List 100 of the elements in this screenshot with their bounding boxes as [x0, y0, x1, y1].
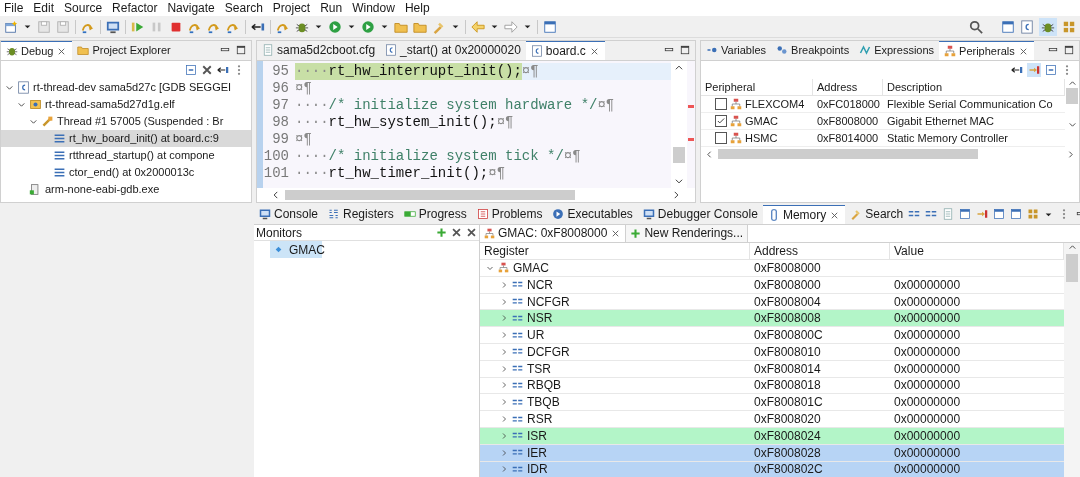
line-number: 96 — [272, 80, 289, 97]
code-text: rt_hw_system_init(); — [328, 114, 497, 131]
tab[interactable]: board.c — [525, 41, 605, 60]
end-of-line-mark: ¤¶ — [488, 165, 506, 182]
line-number: 95 — [272, 63, 289, 80]
table-cell-text: TBQB — [527, 394, 560, 412]
table-cell-text: 0x00000000 — [893, 327, 962, 345]
table-cell-text: DCFGR — [527, 343, 570, 361]
table-cell-text: 0xF8008008 — [753, 310, 822, 328]
table-cell-text: 0xF800801C — [753, 394, 824, 412]
table-row[interactable]: TSR 0xF8008014 0x00000000 — [480, 360, 1064, 378]
table-cell-text: 0xF800800C — [753, 327, 824, 345]
table-cell-text: RBQB — [527, 377, 561, 395]
table-cell-text: UR — [527, 327, 545, 345]
table-cell-text: NSR — [527, 310, 553, 328]
whitespace-marks: ···· — [295, 97, 329, 114]
column-header[interactable]: Peripheral — [701, 78, 813, 96]
column-header[interactable]: Address — [813, 78, 883, 96]
table-cell-text: 0x00000000 — [893, 276, 962, 294]
code-text: rt_hw_timer_init(); — [328, 165, 489, 182]
table-cell-text: 0x00000000 — [893, 411, 962, 429]
end-of-line-mark: ¤¶ — [563, 148, 581, 165]
menu-item[interactable]: Run — [316, 0, 347, 17]
column-header[interactable]: Register — [480, 243, 750, 260]
tree-item[interactable]: rt-thread-sama5d27d1g.elf — [1, 96, 251, 113]
whitespace-marks: ···· — [295, 114, 329, 131]
table-cell-text: Flexible Serial Communication Co — [886, 96, 1054, 112]
table-cell-text: 0x00000000 — [893, 444, 962, 462]
line-number: 101 — [263, 165, 289, 182]
tab[interactable]: New Renderings... — [626, 225, 749, 242]
table-cell-text: 0xF8008028 — [753, 444, 822, 462]
table-cell-text: 0xF8008024 — [753, 427, 822, 445]
line-number: 98 — [272, 114, 289, 131]
table-cell-text: NCR — [527, 276, 553, 294]
menu-item[interactable]: Source — [60, 0, 107, 17]
end-of-line-mark: ¤¶ — [496, 114, 514, 131]
table-cell-text: FLEXCOM4 — [745, 96, 805, 112]
tree-item[interactable]: rtthread_startup() at compone — [1, 147, 251, 164]
table-cell-text: TSR — [527, 360, 551, 378]
column-header[interactable]: Description — [883, 78, 1065, 96]
table-cell-text: 0x00000000 — [893, 394, 962, 412]
end-of-line-mark: ¤¶ — [521, 63, 539, 80]
table-cell-text: Static Memory Controller — [886, 130, 1010, 146]
menu-item[interactable]: Edit — [29, 0, 59, 17]
table-cell-text: GMAC — [513, 259, 549, 277]
end-of-line-mark: ¤¶ — [597, 97, 615, 114]
monitor-item[interactable]: GMAC — [270, 241, 322, 258]
code-comment: /* initialize system hardware */ — [328, 97, 598, 114]
table-row[interactable]: TBQB 0xF800801C 0x00000000 — [480, 394, 1064, 412]
table-cell-text: 0xF8014000 — [816, 130, 880, 146]
line-number: 99 — [272, 131, 289, 148]
tab[interactable]: Memory — [762, 205, 846, 224]
table-cell-text: 0xF8008000 — [816, 113, 880, 129]
whitespace-marks: ···· — [295, 148, 329, 165]
end-of-line-mark: ¤¶ — [295, 80, 312, 97]
table-row[interactable]: NCR 0xF8008000 0x00000000 — [480, 276, 1064, 294]
menu-item[interactable]: Refactor — [108, 0, 162, 17]
tree-item[interactable]: ctor_end() at 0x2000013c — [1, 164, 251, 181]
whitespace-marks: ···· — [295, 63, 329, 80]
menu-item[interactable]: File — [0, 0, 28, 17]
end-of-line-mark: ¤¶ — [295, 131, 312, 148]
table-cell-text: 0xF800802C — [753, 461, 824, 477]
table-cell-text: 0x00000000 — [893, 461, 962, 477]
code-text: rt_hw_interrupt_init(); — [328, 63, 522, 80]
table-cell-text: RSR — [527, 411, 553, 429]
table-cell-text: Gigabit Ethernet MAC — [886, 113, 995, 129]
menu-item[interactable]: Search — [220, 0, 267, 17]
tree-item[interactable]: rt_hw_board_init() at board.c:9 — [1, 130, 251, 147]
table-row[interactable]: RBQB 0xF8008018 0x00000000 — [480, 377, 1064, 395]
table-cell-text: 0x00000000 — [893, 343, 962, 361]
table-cell-text: 0x00000000 — [893, 360, 962, 378]
table-cell-text: 0xF8008004 — [753, 293, 822, 311]
tab[interactable]: Peripherals — [939, 41, 1034, 60]
tree-item[interactable]: Thread #1 57005 (Suspended : Br — [1, 113, 251, 130]
table-cell-text: NCFGR — [527, 293, 570, 311]
table-row[interactable]: NSR 0xF8008008 0x00000000 — [480, 310, 1064, 328]
table-cell-text: GMAC — [745, 113, 778, 129]
table-row[interactable]: UR 0xF800800C 0x00000000 — [480, 327, 1064, 344]
column-header[interactable]: Address — [750, 243, 890, 260]
line-number: 97 — [272, 97, 289, 114]
tree-item[interactable]: rt-thread-dev sama5d27c [GDB SEGGEI — [1, 79, 251, 96]
table-cell-text: 0x00000000 — [893, 427, 962, 445]
pane-title: Monitors — [256, 225, 303, 242]
tab[interactable]: Debug — [1, 41, 73, 60]
table-row[interactable]: RSR 0xF8008020 0x00000000 — [480, 411, 1064, 428]
menu-item[interactable]: Project — [268, 0, 315, 17]
table-row[interactable]: DCFGR 0xF8008010 0x00000000 — [480, 344, 1064, 361]
menu-item[interactable]: Window — [348, 0, 399, 17]
tree-item[interactable]: arm-none-eabi-gdb.exe — [1, 181, 251, 198]
menu-item[interactable]: Navigate — [163, 0, 219, 17]
line-number: 100 — [263, 148, 289, 165]
menu-item[interactable]: Help — [400, 0, 434, 17]
table-cell-text: IER — [527, 444, 547, 462]
table-cell-text: ISR — [527, 427, 547, 445]
table-row[interactable]: GMAC 0xF8008000 — [480, 260, 1064, 277]
whitespace-marks: ···· — [295, 165, 329, 182]
table-cell-text: 0x00000000 — [893, 377, 962, 395]
table-cell-text: 0x00000000 — [893, 310, 962, 328]
table-cell-text: 0xF8008014 — [753, 360, 822, 378]
table-cell-text: 0xF8008020 — [753, 411, 822, 429]
